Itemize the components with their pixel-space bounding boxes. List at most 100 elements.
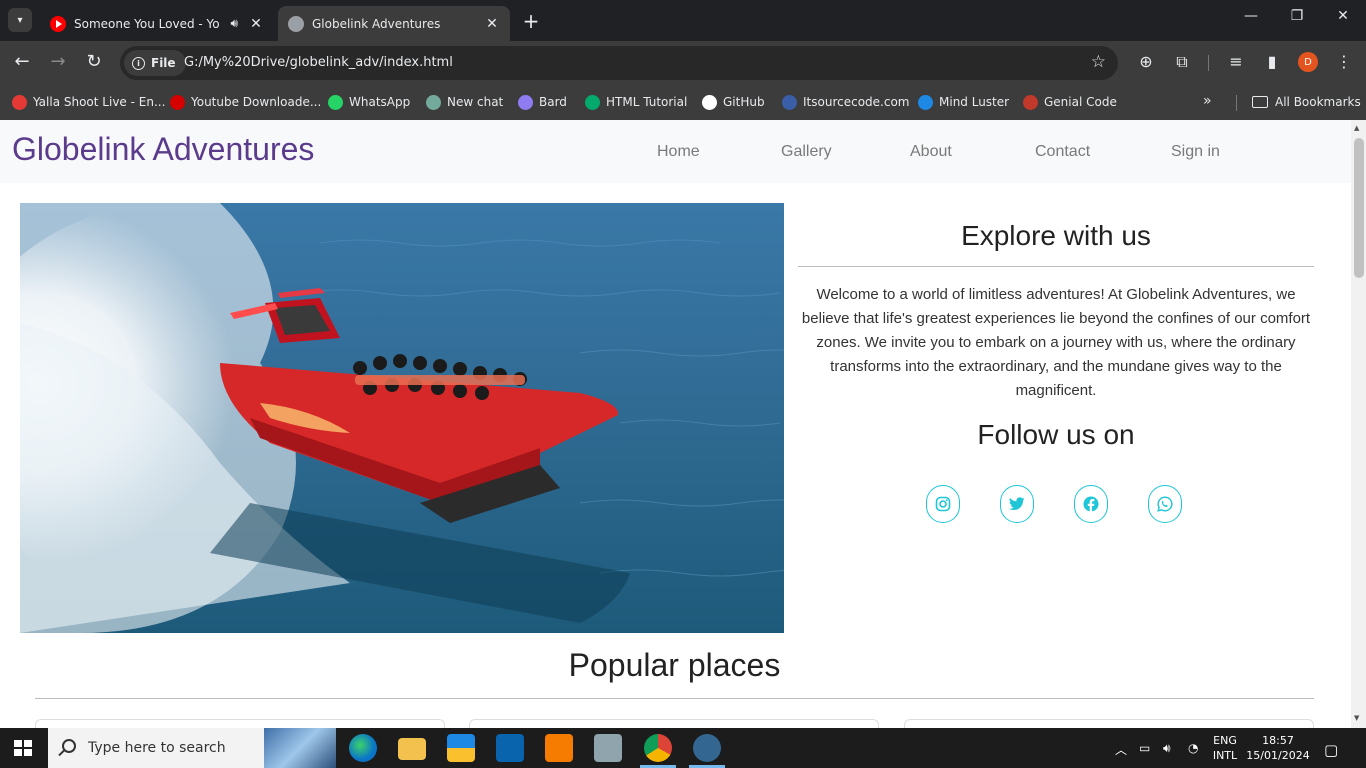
bookmark-label: Yalla Shoot Live - En... (33, 95, 166, 109)
explore-section: Explore with us Welcome to a world of li… (798, 203, 1314, 523)
bookmark-bard[interactable]: Bard (518, 93, 567, 111)
facebook-link[interactable] (1074, 485, 1108, 523)
whatsapp-link[interactable] (1148, 485, 1182, 523)
explore-divider (798, 266, 1314, 267)
bookmark-mind-luster[interactable]: Mind Luster (918, 93, 1009, 111)
bookmark-yalla-shoot[interactable]: Yalla Shoot Live - En... (12, 93, 165, 111)
page-scrollbar[interactable]: ▲ ▼ (1351, 120, 1366, 728)
bookmark-label: New chat (447, 95, 504, 109)
language-code: ENG (1213, 734, 1237, 747)
tab-search-button[interactable]: ▾ (8, 8, 32, 32)
keyboard-layout: INTL (1212, 749, 1238, 762)
itsourcecode-icon (782, 94, 797, 110)
windows-start-icon[interactable] (14, 740, 32, 756)
notifications-icon[interactable]: ▢ (1324, 741, 1338, 759)
forward-icon[interactable]: → (46, 51, 70, 72)
bookmark-new-chat[interactable]: New chat (426, 93, 503, 111)
back-icon[interactable]: ← (10, 51, 34, 72)
bard-sparkle-icon (518, 94, 533, 110)
bookmark-label: Youtube Downloade... (191, 95, 322, 109)
bookmark-label: HTML Tutorial (606, 95, 688, 109)
youtube-icon (50, 15, 66, 32)
globe-icon (288, 15, 304, 32)
scrollbar-thumb[interactable] (1354, 138, 1364, 278)
instagram-icon (935, 496, 951, 512)
close-window-button[interactable]: ✕ (1320, 8, 1366, 24)
close-tab-icon[interactable]: ✕ (484, 16, 500, 32)
genial-code-icon (1023, 94, 1038, 110)
nav-contact[interactable]: Contact (1035, 143, 1090, 161)
side-panel-icon[interactable]: ▮ (1261, 52, 1283, 71)
bookmark-label: Itsourcecode.com (803, 95, 910, 109)
volume-icon[interactable]: 🔊︎ (1163, 741, 1171, 756)
twitter-link[interactable] (1000, 485, 1034, 523)
new-tab-button[interactable]: + (520, 9, 542, 33)
explore-text: Welcome to a world of limitless adventur… (801, 286, 1311, 399)
more-bookmarks-chevron-icon[interactable]: » (1203, 93, 1212, 109)
battery-icon[interactable]: ▭ (1139, 741, 1150, 755)
close-tab-icon[interactable]: ✕ (248, 16, 264, 32)
nav-gallery[interactable]: Gallery (781, 143, 832, 161)
github-icon (702, 94, 717, 110)
bookmark-itsourcecode[interactable]: Itsourcecode.com (782, 93, 909, 111)
tab-title: Globelink Adventures (312, 16, 441, 31)
nav-home[interactable]: Home (657, 143, 700, 161)
language-indicator[interactable]: ENG INTL (1208, 733, 1242, 763)
instagram-link[interactable] (926, 485, 960, 523)
speaker-icon[interactable]: 🔊︎ (230, 16, 238, 31)
bookmark-genial-code[interactable]: Genial Code (1023, 93, 1117, 111)
bookmark-star-icon[interactable]: ☆ (1091, 52, 1106, 72)
tab-youtube[interactable]: Someone You Loved - YouTube 🔊︎ ✕ (40, 6, 274, 41)
chrome-icon[interactable] (644, 734, 672, 762)
place-card[interactable] (35, 719, 445, 728)
file-explorer-icon[interactable] (398, 738, 426, 760)
site-brand[interactable]: Globelink Adventures (12, 131, 314, 168)
bookmark-whatsapp[interactable]: WhatsApp (328, 93, 410, 111)
nav-about[interactable]: About (910, 143, 952, 161)
scroll-up-arrow-icon[interactable]: ▲ (1354, 124, 1359, 132)
search-icon (62, 739, 76, 753)
store-icon[interactable] (447, 734, 475, 762)
clock[interactable]: 18:57 15/01/2024 (1244, 733, 1312, 763)
media-queue-icon[interactable]: ≡ (1225, 52, 1247, 71)
profile-avatar[interactable]: D (1298, 52, 1318, 72)
bookmark-label: WhatsApp (349, 95, 411, 109)
bookmarks-bar: Yalla Shoot Live - En... Youtube Downloa… (0, 85, 1366, 120)
browser-toolbar: ← → ↻ i File G:/My%20Drive/globelink_adv… (0, 41, 1366, 85)
site-info-chip[interactable]: i File (124, 50, 186, 76)
clock-time: 18:57 (1262, 734, 1294, 747)
bookmark-label: Mind Luster (939, 95, 1010, 109)
bookmark-label: GitHub (723, 95, 765, 109)
place-card[interactable] (469, 719, 879, 728)
address-bar[interactable]: i File G:/My%20Drive/globelink_adv/index… (120, 46, 1118, 80)
edge-icon[interactable] (349, 734, 377, 762)
bookmark-youtube-downloader[interactable]: Youtube Downloade... (170, 93, 321, 111)
whatsapp-icon (328, 94, 343, 110)
xampp-icon[interactable] (545, 734, 573, 762)
bookmark-html-tutorial[interactable]: HTML Tutorial (585, 93, 687, 111)
restore-button[interactable]: ❐ (1274, 8, 1320, 24)
mind-luster-icon (918, 94, 933, 110)
all-bookmarks-button[interactable]: All Bookmarks (1252, 93, 1361, 111)
url-text[interactable]: G:/My%20Drive/globelink_adv/index.html (184, 55, 453, 70)
postgresql-icon[interactable] (693, 734, 721, 762)
minimize-button[interactable]: — (1228, 8, 1274, 24)
scroll-down-arrow-icon[interactable]: ▼ (1354, 714, 1359, 722)
wifi-icon[interactable]: ◔ (1188, 741, 1198, 755)
menu-kebab-icon[interactable]: ⋮ (1333, 52, 1355, 71)
reload-icon[interactable]: ↻ (82, 51, 106, 72)
taskbar-search-box[interactable]: Type here to search (48, 728, 336, 768)
tray-chevron-up-icon[interactable]: ︿ (1115, 741, 1127, 758)
bookmark-github[interactable]: GitHub (702, 93, 765, 111)
network-app-icon[interactable] (594, 734, 622, 762)
bookmark-label: Bard (539, 95, 567, 109)
outlook-icon[interactable] (496, 734, 524, 762)
add-extension-icon[interactable]: ⊕ (1135, 52, 1157, 71)
nav-sign-in[interactable]: Sign in (1171, 143, 1220, 161)
place-card[interactable] (904, 719, 1314, 728)
explore-heading: Explore with us (961, 220, 1151, 251)
bookmark-label: Genial Code (1044, 95, 1117, 109)
tab-globelink[interactable]: Globelink Adventures ✕ (278, 6, 510, 41)
chip-label: File (151, 56, 176, 70)
extensions-puzzle-icon[interactable]: ⧉ (1171, 52, 1193, 72)
